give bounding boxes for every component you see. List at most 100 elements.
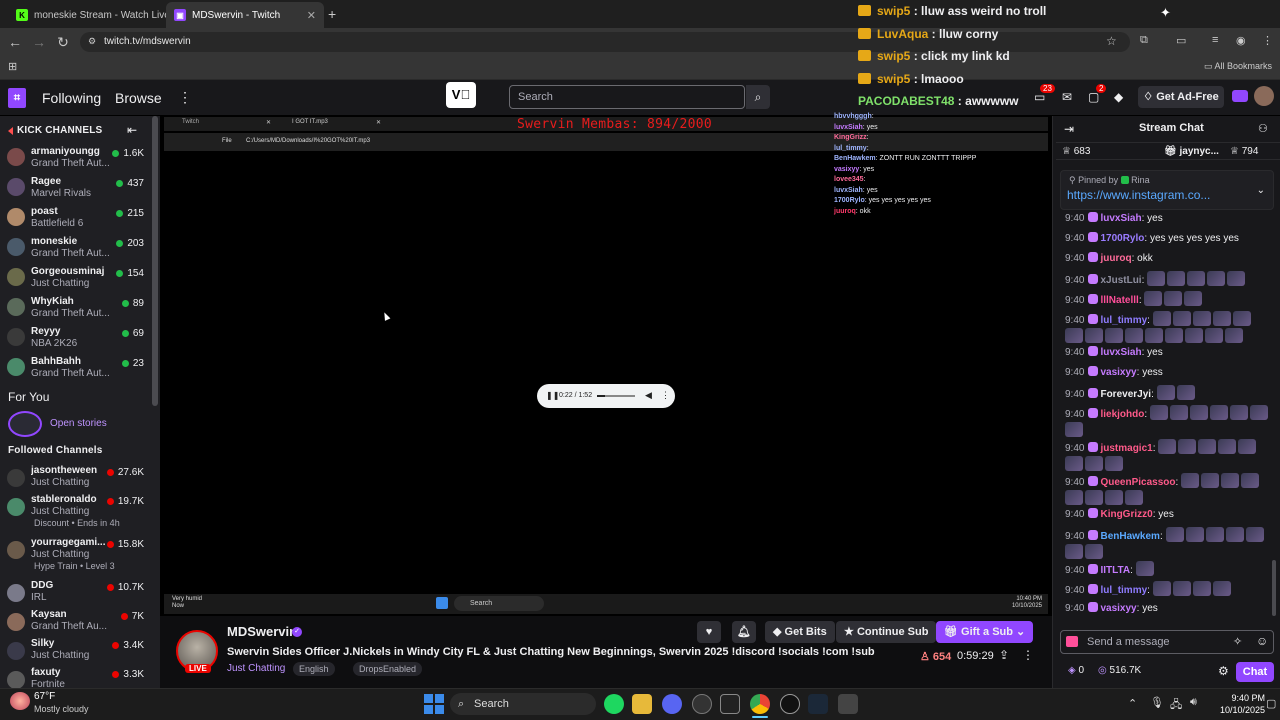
sidebar-channel-ddg[interactable]: DDG IRL 10.7K: [0, 580, 152, 610]
obs-icon[interactable]: [692, 694, 712, 714]
nav-following[interactable]: Following: [42, 90, 101, 106]
app2-icon[interactable]: [838, 694, 858, 714]
volume-icon[interactable]: 🔊︎: [1190, 696, 1197, 709]
extensions-icon[interactable]: ⧉: [1140, 34, 1148, 47]
site-info-icon[interactable]: ⚙: [88, 36, 96, 47]
media-icon[interactable]: ≡: [1212, 34, 1218, 46]
chat-username[interactable]: lul_timmy: [1100, 585, 1147, 596]
close-tab-icon[interactable]: ✕: [307, 9, 316, 22]
chat-username[interactable]: juuroq: [1100, 253, 1131, 264]
pinned-link[interactable]: https://www.instagram.co...: [1067, 188, 1210, 202]
gift-sub-button[interactable]: 🎁︎ Gift a Sub ⌄: [936, 621, 1034, 643]
chat-username[interactable]: vasixyy: [1100, 603, 1136, 614]
more-options-icon[interactable]: ⋮: [178, 89, 192, 106]
sidebar-channel-moneskie[interactable]: moneskie Grand Theft Aut... 203: [0, 236, 152, 266]
back-icon[interactable]: ←: [6, 33, 24, 51]
audio-progress[interactable]: [597, 395, 635, 397]
forward-icon[interactable]: →: [30, 33, 48, 51]
chat-username[interactable]: ForeverJyi: [1100, 389, 1151, 400]
get-bits-button[interactable]: ◆ Get Bits: [765, 621, 835, 643]
chat-username[interactable]: 1700Rylo: [1100, 233, 1144, 244]
chat-users-icon[interactable]: ⚇: [1258, 122, 1268, 135]
chat-username[interactable]: luvxSiah: [1100, 347, 1141, 358]
notification-center-icon[interactable]: ▢: [1266, 697, 1276, 710]
all-bookmarks[interactable]: ▭ All Bookmarks: [1204, 61, 1272, 72]
top-gifter[interactable]: 🎁︎ jaynyc...: [1164, 146, 1219, 157]
sidebar-channel-jasontheween[interactable]: jasontheween Just Chatting 27.6K: [0, 465, 152, 495]
browser-tab-moneskie[interactable]: K moneskie Stream - Watch Live ✕: [8, 2, 166, 28]
search-input[interactable]: Search: [509, 85, 745, 109]
follow-heart-button[interactable]: ♥: [697, 621, 721, 643]
get-ad-free-button[interactable]: ♢ Get Ad-Free: [1138, 86, 1224, 108]
sidebar-channel-yourragegami[interactable]: yourragegami... Just Chatting 15.8K Hype Tr…: [0, 537, 152, 571]
notification-bell-button[interactable]: 🔔︎: [732, 621, 756, 643]
sparkle-icon[interactable]: ✦: [1160, 5, 1171, 21]
continue-sub-button[interactable]: ★ Continue Sub: [836, 621, 937, 643]
emote-picker-icon[interactable]: ☺: [1256, 634, 1268, 648]
twitch-logo-icon[interactable]: ⌗: [8, 88, 26, 108]
chat-username[interactable]: IITLTA: [1100, 565, 1130, 576]
sidebar-channel-whykiah[interactable]: WhyKiah Grand Theft Aut... 89: [0, 296, 152, 326]
sidebar-scrollbar[interactable]: [152, 116, 158, 406]
taskbar-clock[interactable]: 9:40 PM 10/10/2025: [1220, 692, 1265, 716]
pause-icon[interactable]: ❚❚: [546, 391, 559, 400]
collapse-sidebar-icon[interactable]: ⇤: [127, 123, 137, 137]
chat-username[interactable]: lllNatelll: [1100, 295, 1138, 306]
chat-scrollbar[interactable]: [1272, 560, 1276, 616]
ai-icon[interactable]: ✧: [1233, 635, 1242, 648]
chat-username[interactable]: lul_timmy: [1100, 315, 1147, 326]
chat-settings-icon[interactable]: ⚙: [1218, 664, 1229, 678]
new-tab-icon[interactable]: +: [328, 6, 336, 22]
extension-logo-icon[interactable]: V⃞: [446, 82, 476, 108]
category-link[interactable]: Just Chatting: [227, 663, 285, 674]
streamer-name[interactable]: MDSwervin: [227, 624, 297, 639]
chat-badge-icon[interactable]: [1066, 636, 1078, 647]
sidebar-channel-silky[interactable]: Silky Just Chatting 3.4K: [0, 638, 152, 668]
prime-icon[interactable]: [1232, 90, 1248, 102]
app-icon[interactable]: [780, 694, 800, 714]
steam-icon[interactable]: [808, 694, 828, 714]
bookmark-star-icon[interactable]: ☆: [1106, 34, 1117, 48]
search-icon[interactable]: ⌕: [746, 85, 770, 109]
chat-username[interactable]: justmagic1: [1100, 443, 1152, 454]
mic-icon[interactable]: 🎙︎: [1150, 696, 1164, 709]
profile-icon[interactable]: ◉: [1236, 34, 1246, 47]
network-icon[interactable]: 🖧︎: [1170, 696, 1182, 715]
windows-start-icon[interactable]: [424, 694, 444, 714]
expand-pinned-icon[interactable]: ⌄: [1257, 185, 1265, 196]
open-stories-link[interactable]: Open stories: [50, 418, 107, 429]
sidebar-channel-stableronaldo[interactable]: stableronaldo Just Chatting 19.7K Discount …: [0, 494, 152, 528]
browser-tab-mdswervin[interactable]: ▣ MDSwervin - Twitch ✕: [166, 2, 324, 28]
sidebar-channel-kaysan[interactable]: Kaysan Grand Theft Au... 7K: [0, 609, 152, 639]
more-icon[interactable]: ⋮: [1022, 648, 1034, 662]
chrome-icon[interactable]: [750, 694, 770, 714]
chat-username[interactable]: vasixyy: [1100, 367, 1136, 378]
reload-icon[interactable]: ↻: [54, 33, 72, 51]
menu-icon[interactable]: ⋮: [1262, 34, 1273, 47]
chat-send-button[interactable]: Chat: [1236, 662, 1274, 682]
chat-username[interactable]: BenHawkem: [1100, 531, 1159, 542]
user-avatar[interactable]: [1254, 86, 1274, 106]
tray-overflow-icon[interactable]: ⌃: [1128, 697, 1137, 710]
sidebar-channel-reyyy[interactable]: Reyyy NBA 2K26 69: [0, 326, 152, 356]
sidebar-channel-bahhbahh[interactable]: BahhBahh Grand Theft Aut... 23: [0, 356, 152, 386]
chat-username[interactable]: liekjohdo: [1100, 409, 1144, 420]
stream-tag[interactable]: English: [293, 662, 335, 676]
channel-points[interactable]: ◈ 0: [1068, 665, 1084, 676]
bits-balance[interactable]: ◎ 516.7K: [1098, 665, 1141, 676]
stories-avatar[interactable]: [8, 411, 42, 437]
chat-username[interactable]: KingGrizz0: [1100, 509, 1152, 520]
chat-username[interactable]: QueenPicassoo: [1100, 477, 1175, 488]
collapse-chat-icon[interactable]: ⇥: [1064, 122, 1074, 136]
sidebar-channel-ragee[interactable]: Ragee Marvel Rivals 437: [0, 176, 152, 206]
epic-games-icon[interactable]: [720, 694, 740, 714]
nav-browse[interactable]: Browse: [115, 90, 162, 106]
volume-icon[interactable]: ◀: [645, 390, 652, 401]
stream-tag[interactable]: DropsEnabled: [353, 662, 423, 676]
audio-menu-icon[interactable]: ⋮: [661, 390, 670, 401]
side-panel-icon[interactable]: ▭: [1176, 34, 1186, 47]
taskbar-search[interactable]: ⌕ Search: [450, 693, 596, 715]
audio-player[interactable]: ❚❚ 0:22 / 1:52 ◀ ⋮: [537, 384, 675, 408]
share-icon[interactable]: ⇪: [999, 648, 1009, 662]
bits-icon[interactable]: ◆: [1114, 90, 1123, 104]
